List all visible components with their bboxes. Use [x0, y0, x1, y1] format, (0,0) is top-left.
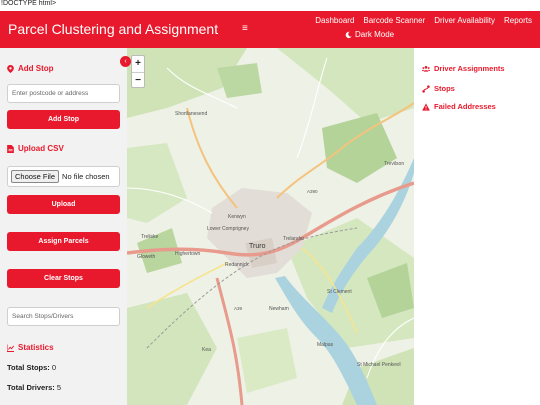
map-label: Newham — [269, 306, 289, 312]
moon-icon — [345, 31, 352, 38]
driver-assignments-link[interactable]: Driver Assignments — [422, 64, 505, 73]
nav-link-reports[interactable]: Reports — [504, 16, 532, 25]
map-road-label: A39 — [234, 306, 243, 311]
stops-label: Stops — [434, 84, 455, 93]
top-navbar: Parcel Clustering and Assignment ≡ Dashb… — [0, 11, 540, 48]
add-stop-heading: Add Stop — [7, 64, 54, 73]
map-label: Kenwyn — [228, 214, 246, 220]
map-label: Redannick — [225, 262, 249, 268]
total-stops-label: Total Stops: — [7, 363, 50, 372]
failed-addresses-label: Failed Addresses — [434, 102, 496, 111]
map-road-label: A390 — [307, 189, 318, 194]
dark-mode-toggle[interactable]: Dark Mode — [345, 30, 394, 39]
route-icon — [422, 84, 430, 93]
map-label: Trelander — [283, 236, 305, 242]
failed-addresses-link[interactable]: Failed Addresses — [422, 102, 496, 111]
zoom-control: + − — [131, 55, 145, 88]
address-input[interactable]: Enter postcode or address — [7, 84, 120, 103]
map-label: St Michael Penkevil — [357, 362, 401, 368]
stops-link[interactable]: Stops — [422, 84, 455, 93]
nav-links: Dashboard Barcode Scanner Driver Availab… — [315, 16, 532, 25]
map-view[interactable]: Shortlanesend Kenwyn Lower Comprigney Tr… — [127, 48, 414, 405]
chart-icon — [7, 344, 14, 352]
zoom-out-button[interactable]: − — [132, 72, 144, 88]
clear-stops-button[interactable]: Clear Stops — [7, 269, 120, 288]
choose-file-button[interactable]: Choose File — [11, 170, 60, 183]
results-panel: Driver Assignments Stops Failed Addresse… — [414, 48, 540, 405]
total-stops-stat: Total Stops: 0 — [7, 363, 56, 372]
sidebar-collapse-button[interactable]: ‹ — [120, 56, 131, 67]
map-label: Trevilson — [384, 161, 404, 167]
menu-toggle-icon[interactable]: ≡ — [242, 23, 248, 34]
search-input[interactable]: Search Stops/Drivers — [7, 307, 120, 326]
upload-csv-heading: Upload CSV — [7, 144, 64, 153]
map-label: Lower Comprigney — [207, 226, 249, 232]
map-marker-icon — [7, 64, 14, 73]
map-label: Malpas — [317, 342, 334, 348]
assign-parcels-button[interactable]: Assign Parcels — [7, 232, 120, 251]
users-icon — [422, 65, 430, 72]
zoom-in-button[interactable]: + — [132, 56, 144, 72]
driver-assignments-label: Driver Assignments — [434, 64, 505, 73]
nav-link-barcode-scanner[interactable]: Barcode Scanner — [363, 16, 425, 25]
map-tiles: Shortlanesend Kenwyn Lower Comprigney Tr… — [127, 48, 414, 405]
nav-link-driver-availability[interactable]: Driver Availability — [434, 16, 495, 25]
file-icon — [7, 144, 14, 153]
map-label-town: Truro — [249, 243, 266, 250]
sidebar: Add Stop Enter postcode or address Add S… — [0, 48, 127, 405]
map-label: Treliske — [141, 234, 159, 240]
map-label: Shortlanesend — [175, 111, 207, 117]
total-drivers-value: 5 — [56, 383, 62, 392]
app-title: Parcel Clustering and Assignment — [8, 21, 219, 37]
add-stop-title: Add Stop — [18, 64, 54, 73]
upload-csv-title: Upload CSV — [18, 144, 64, 153]
statistics-title: Statistics — [18, 343, 54, 352]
add-stop-button[interactable]: Add Stop — [7, 110, 120, 129]
nav-link-dashboard[interactable]: Dashboard — [315, 16, 354, 25]
stray-doctype-text: !DOCTYPE html> — [1, 0, 57, 7]
statistics-heading: Statistics — [7, 343, 54, 352]
upload-button[interactable]: Upload — [7, 195, 120, 214]
dark-mode-label: Dark Mode — [355, 30, 395, 39]
map-label: Highertown — [175, 251, 201, 257]
csv-file-input[interactable]: Choose File No file chosen — [7, 166, 120, 187]
map-label: St Clement — [327, 289, 352, 295]
no-file-text: No file chosen — [62, 172, 110, 181]
map-label: Gloweth — [137, 254, 156, 260]
total-drivers-stat: Total Drivers: 5 — [7, 383, 61, 392]
map-label: Kea — [202, 347, 211, 353]
total-drivers-label: Total Drivers: — [7, 383, 55, 392]
total-stops-value: 0 — [51, 363, 57, 372]
warning-icon — [422, 102, 430, 111]
